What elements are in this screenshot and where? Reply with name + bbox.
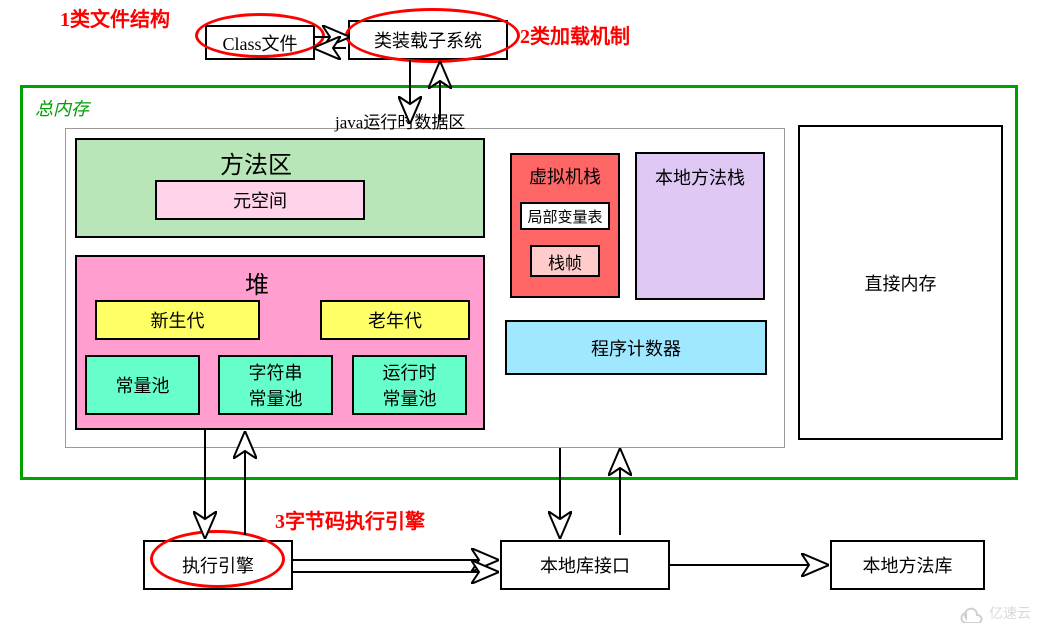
metaspace-label: 元空间 — [233, 187, 287, 213]
watermark-text: 亿速云 — [989, 603, 1031, 623]
nativestack-box: 本地方法栈 — [635, 152, 765, 300]
oldgen-box: 老年代 — [320, 300, 470, 340]
oldgen-label: 老年代 — [368, 307, 422, 333]
runtime-area-label: java运行时数据区 — [335, 108, 465, 133]
heap-title: 堆 — [245, 265, 269, 300]
watermark: 亿速云 — [959, 603, 1031, 623]
pc-label: 程序计数器 — [591, 335, 681, 361]
localvars-box: 局部变量表 — [520, 202, 610, 230]
pc-box: 程序计数器 — [505, 320, 767, 375]
stackframe-label: 栈帧 — [548, 249, 582, 274]
total-memory-label: 总内存 — [35, 95, 89, 121]
class-loader-label: 类装载子系统 — [374, 27, 482, 53]
localvars-label: 局部变量表 — [527, 206, 602, 227]
stringpool-label: 字符串 常量池 — [249, 359, 303, 411]
nativelib-if-box: 本地库接口 — [500, 540, 670, 590]
newgen-box: 新生代 — [95, 300, 260, 340]
metaspace-box: 元空间 — [155, 180, 365, 220]
class-file-label: Class文件 — [222, 30, 297, 56]
nativelib-box: 本地方法库 — [830, 540, 985, 590]
execengine-label: 执行引擎 — [182, 552, 254, 578]
method-area-title: 方法区 — [220, 145, 292, 180]
annotation-3: 3字节码执行引擎 — [275, 505, 425, 534]
class-loader-box: 类装载子系统 — [348, 20, 508, 60]
directmem-box: 直接内存 — [798, 125, 1003, 440]
annotation-2: 2类加载机制 — [520, 20, 630, 49]
directmem-label: 直接内存 — [865, 270, 937, 296]
nativelib-if-label: 本地库接口 — [540, 552, 630, 578]
nativelib-label: 本地方法库 — [863, 552, 953, 578]
constpool-box: 常量池 — [85, 355, 200, 415]
annotation-1: 1类文件结构 — [60, 3, 170, 32]
newgen-label: 新生代 — [151, 307, 205, 333]
class-file-box: Class文件 — [205, 25, 315, 60]
constpool-label: 常量池 — [116, 372, 170, 398]
execengine-box: 执行引擎 — [143, 540, 293, 590]
stringpool-box: 字符串 常量池 — [218, 355, 333, 415]
vmstack-title: 虚拟机栈 — [529, 163, 601, 189]
stackframe-box: 栈帧 — [530, 245, 600, 277]
runtimepool-box: 运行时 常量池 — [352, 355, 467, 415]
runtimepool-label: 运行时 常量池 — [383, 359, 437, 411]
nativestack-label: 本地方法栈 — [655, 164, 745, 190]
